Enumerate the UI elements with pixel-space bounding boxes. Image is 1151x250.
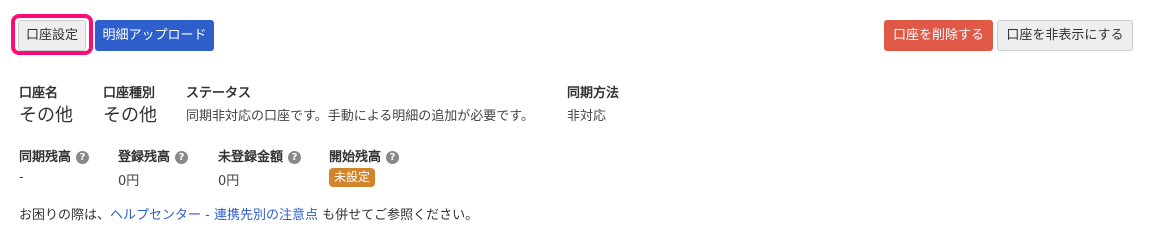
synced-balance-heading: 同期残高?	[19, 146, 90, 165]
account-settings-button[interactable]: 口座設定	[18, 20, 86, 51]
help-icon[interactable]: ?	[288, 151, 302, 164]
sync-method-value: 非対応	[567, 109, 607, 124]
account-type-value: その他	[103, 105, 157, 126]
help-icon[interactable]: ?	[175, 151, 189, 164]
help-note: お困りの際は、ヘルプセンター - 連携先別の注意点 も併せてご参照ください。	[19, 204, 478, 223]
account-name-value: その他	[19, 105, 73, 126]
registered-balance-value: 0円	[118, 174, 140, 189]
unregistered-amount-heading: 未登録金額?	[218, 146, 302, 165]
delete-account-button[interactable]: 口座を削除する	[884, 20, 993, 51]
opening-balance-heading: 開始残高?	[329, 146, 400, 165]
synced-balance-value: -	[19, 170, 24, 185]
help-icon[interactable]: ?	[76, 151, 90, 164]
registered-balance-label: 登録残高	[118, 150, 171, 165]
opening-balance-unset-badge: 未設定	[329, 168, 376, 187]
status-label: ステータス	[186, 86, 252, 101]
hide-account-button[interactable]: 口座を非表示にする	[997, 20, 1133, 51]
help-icon[interactable]: ?	[386, 151, 400, 164]
account-type-label: 口座種別	[103, 86, 156, 101]
unregistered-amount-label: 未登録金額	[218, 150, 284, 165]
sync-method-label: 同期方法	[567, 86, 620, 101]
registered-balance-heading: 登録残高?	[118, 146, 189, 165]
status-value: 同期非対応の口座です。手動による明細の追加が必要です。	[186, 109, 535, 124]
upload-statement-button[interactable]: 明細アップロード	[95, 20, 214, 51]
help-suffix: も併せてご参照ください。	[317, 208, 479, 223]
opening-balance-label: 開始残高	[329, 150, 382, 165]
synced-balance-label: 同期残高	[19, 150, 72, 165]
help-prefix: お困りの際は、	[19, 208, 111, 223]
help-center-link[interactable]: ヘルプセンター - 連携先別の注意点	[110, 208, 318, 223]
unregistered-amount-value: 0円	[218, 174, 240, 189]
account-name-label: 口座名	[19, 86, 59, 101]
